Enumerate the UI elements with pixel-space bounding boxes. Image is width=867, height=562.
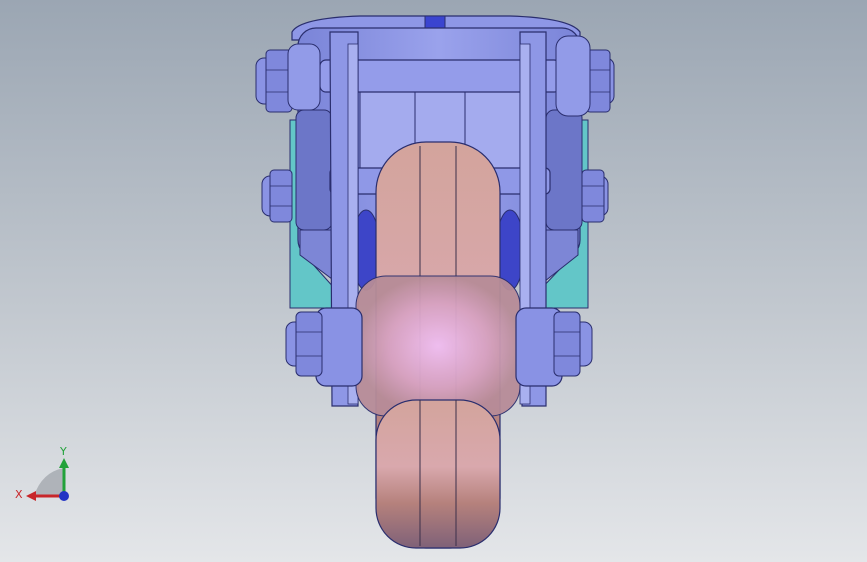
nut-middle-right [581, 169, 609, 223]
axis-triad: Y X [10, 438, 80, 510]
axle-plate-left [315, 307, 363, 387]
y-axis-label: Y [59, 445, 67, 458]
axle-nut-left [285, 311, 323, 377]
nut-top-left [255, 43, 321, 113]
wheel-tire-lower [375, 399, 501, 549]
housing-side-left [295, 109, 333, 231]
graphics-viewport[interactable]: Y X [0, 0, 867, 562]
wheel-hub [355, 275, 521, 417]
z-axis-dot [59, 491, 69, 501]
housing-side-right [545, 109, 583, 231]
triad-plane-icon [34, 468, 64, 496]
caster-model[interactable] [0, 0, 867, 562]
nut-middle-left [261, 169, 293, 223]
nut-top-right [555, 35, 615, 117]
x-axis-label: X [15, 488, 23, 501]
axle-nut-right [553, 311, 593, 377]
